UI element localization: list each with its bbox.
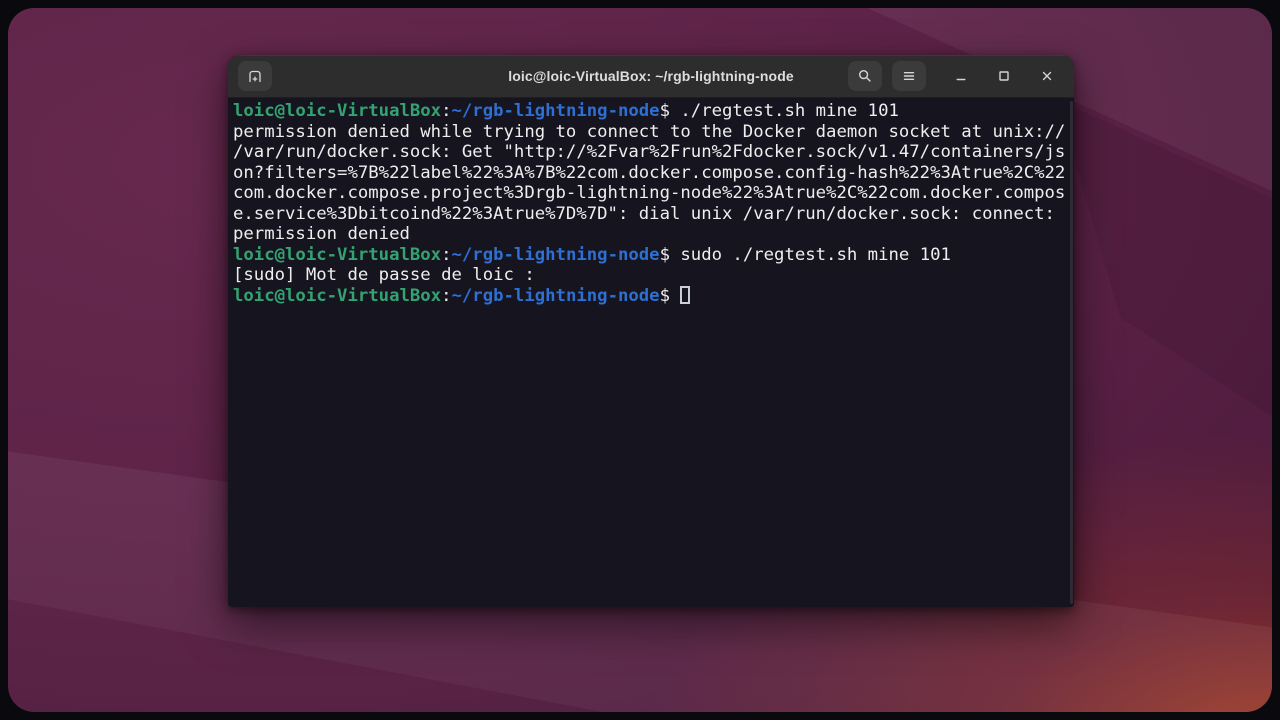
terminal-output[interactable]: loic@loic-VirtualBox:~/rgb-lightning-nod… <box>228 98 1074 607</box>
terminal-headerbar[interactable]: loic@loic-VirtualBox: ~/rgb-lightning-no… <box>228 55 1074 98</box>
terminal-line: on?filters=%7B%22label%22%3A%7B%22com.do… <box>233 163 1074 184</box>
terminal-line: [sudo] Mot de passe de loic : <box>233 265 1074 286</box>
terminal-scrollbar[interactable] <box>1070 101 1073 604</box>
search-button[interactable] <box>848 61 882 91</box>
terminal-line: /var/run/docker.sock: Get "http://%2Fvar… <box>233 142 1074 163</box>
terminal-line: loic@loic-VirtualBox:~/rgb-lightning-nod… <box>233 101 1074 122</box>
new-tab-button[interactable] <box>238 61 272 91</box>
terminal-line: permission denied while trying to connec… <box>233 122 1074 143</box>
minimize-button[interactable] <box>948 61 974 91</box>
terminal-line: loic@loic-VirtualBox:~/rgb-lightning-nod… <box>233 286 1074 307</box>
search-icon <box>857 68 873 84</box>
terminal-window: loic@loic-VirtualBox: ~/rgb-lightning-no… <box>228 55 1074 607</box>
minimize-icon <box>953 68 969 84</box>
terminal-line: permission denied <box>233 224 1074 245</box>
desktop: loic@loic-VirtualBox: ~/rgb-lightning-no… <box>0 0 1280 720</box>
close-icon <box>1039 68 1055 84</box>
maximize-icon <box>996 68 1012 84</box>
maximize-button[interactable] <box>991 61 1017 91</box>
hamburger-menu-icon <box>901 68 917 84</box>
close-button[interactable] <box>1034 61 1060 91</box>
terminal-lines: loic@loic-VirtualBox:~/rgb-lightning-nod… <box>233 101 1074 306</box>
terminal-line: com.docker.compose.project%3Drgb-lightni… <box>233 183 1074 204</box>
terminal-cursor <box>680 286 690 304</box>
terminal-line: loic@loic-VirtualBox:~/rgb-lightning-nod… <box>233 245 1074 266</box>
terminal-line: e.service%3Dbitcoind%22%3Atrue%7D%7D": d… <box>233 204 1074 225</box>
new-tab-icon <box>247 68 263 84</box>
menu-button[interactable] <box>892 61 926 91</box>
